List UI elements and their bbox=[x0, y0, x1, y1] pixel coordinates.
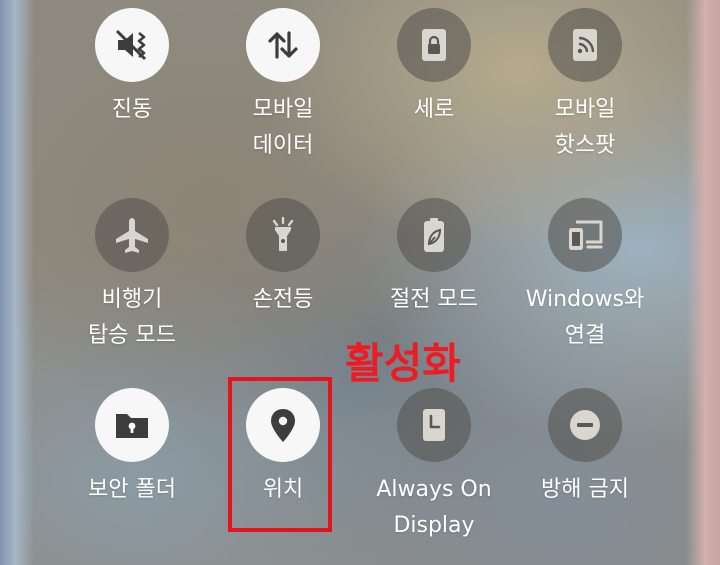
tile-label: 방해 금지 bbox=[541, 477, 629, 502]
tile-label: Always On Display bbox=[376, 477, 492, 538]
portrait-toggle[interactable] bbox=[397, 8, 471, 82]
tile-label: 세로 bbox=[413, 97, 455, 122]
mobile-data-toggle[interactable] bbox=[246, 8, 320, 82]
tile-label: 모바일 데이터 bbox=[252, 97, 314, 158]
do-not-disturb-icon bbox=[570, 410, 600, 440]
secure-folder-icon bbox=[116, 414, 148, 438]
tile-label: 절전 모드 bbox=[390, 287, 478, 312]
vibrate-icon bbox=[115, 29, 147, 61]
flashlight-icon bbox=[272, 216, 294, 251]
link-to-windows-toggle[interactable] bbox=[548, 198, 622, 272]
power-saving-icon bbox=[424, 218, 444, 252]
power-saving-toggle[interactable] bbox=[397, 198, 471, 272]
always-on-display-icon bbox=[423, 409, 445, 441]
tile-label: 손전등 bbox=[252, 287, 314, 312]
flashlight-toggle[interactable] bbox=[246, 198, 320, 272]
secure-folder-toggle[interactable] bbox=[95, 388, 169, 462]
hotspot-icon bbox=[573, 29, 597, 61]
mobile-data-icon bbox=[268, 31, 298, 59]
airplane-icon bbox=[116, 218, 148, 253]
tile-label: Windows와 연결 bbox=[525, 287, 645, 348]
tile-label: 진동 bbox=[111, 97, 153, 122]
airplane-toggle[interactable] bbox=[95, 198, 169, 272]
portrait-lock-icon bbox=[422, 29, 446, 61]
tile-label: 모바일 핫스팟 bbox=[554, 97, 616, 158]
tile-label: 비행기 탑승 모드 bbox=[88, 287, 176, 348]
hotspot-toggle[interactable] bbox=[548, 8, 622, 82]
vibrate-toggle[interactable] bbox=[95, 8, 169, 82]
highlight-box bbox=[228, 377, 332, 532]
annotation-label: 활성화 bbox=[345, 339, 461, 388]
tile-label: 보안 폴더 bbox=[88, 477, 176, 502]
do-not-disturb-toggle[interactable] bbox=[548, 388, 622, 462]
link-to-windows-icon bbox=[569, 220, 603, 250]
always-on-display-toggle[interactable] bbox=[397, 388, 471, 462]
